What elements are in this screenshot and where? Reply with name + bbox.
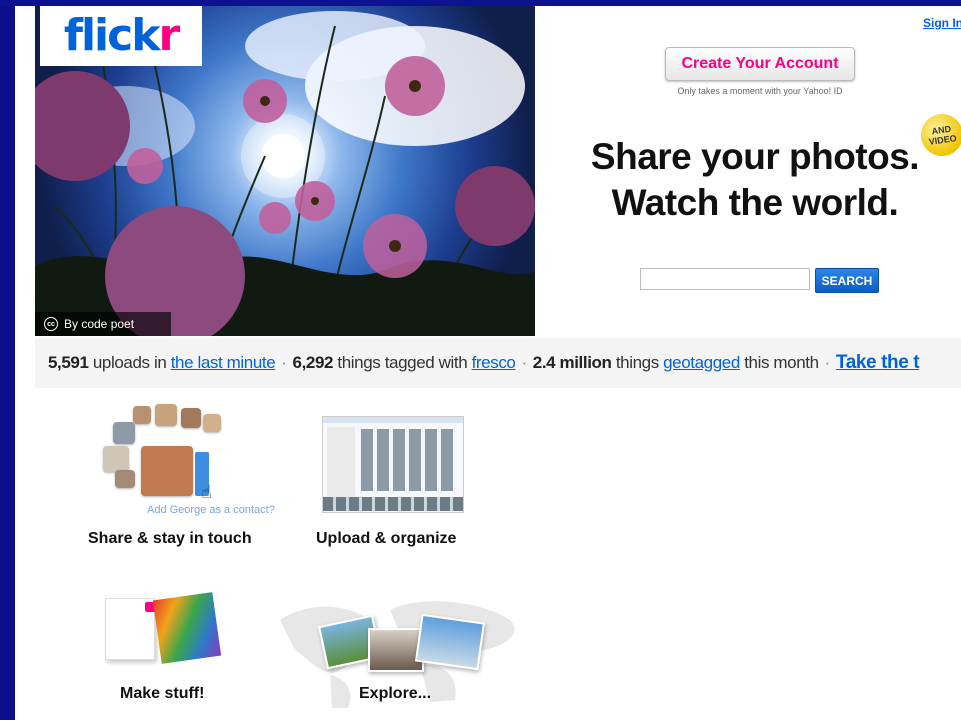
uploads-text: uploads in [92,353,167,372]
separator-dot: · [281,353,287,372]
activity-stats-bar: 5,591 uploads in the last minute · 6,292… [35,338,961,388]
create-account-button[interactable]: Create Your Account [665,47,855,81]
hand-cursor-icon: ☝ [201,482,212,502]
geo-text: things [615,353,659,372]
creative-commons-icon: cc [44,317,58,331]
photo-prints-stack [152,592,222,664]
geotagged-link[interactable]: geotagged [663,353,740,373]
make-stuff-illustration[interactable] [95,588,225,670]
fresco-tag-link[interactable]: fresco [472,353,516,373]
photo-grid [361,429,457,491]
sign-in-link[interactable]: Sign In [923,16,961,30]
create-account-subtext: Only takes a moment with your Yahoo! ID [677,86,843,96]
photo-credit-text: By code poet [64,317,135,331]
uploads-count: 5,591 [48,353,89,372]
search-input[interactable] [640,268,810,290]
explore-feature-label[interactable]: Explore... [359,685,431,703]
featured-contact-photo [141,446,193,496]
organizr-sidebar [327,427,355,497]
organizr-screenshot[interactable] [322,416,464,513]
geo-suffix: this month [744,353,819,372]
separator-dot: · [824,353,831,372]
tagged-count: 6,292 [292,353,334,372]
flickr-logo[interactable]: flickr [40,6,202,66]
tagged-text: things tagged with [337,353,468,372]
photo-strip [323,497,463,511]
contact-avatar [133,406,151,424]
contact-avatar [103,446,129,472]
contact-avatar [115,470,135,488]
photo-credit[interactable]: cc By code poet [35,312,171,336]
share-feature-label[interactable]: Share & stay in touch [88,530,252,548]
share-illustration[interactable]: ☝ Add George as a contact? [103,404,293,519]
contact-avatar [113,422,135,444]
make-stuff-label[interactable]: Make stuff! [120,685,204,703]
logo-pink-part: r [158,10,180,61]
contact-avatar [203,414,221,432]
flickr-homepage: flickr cc By code poet Sign In Create Yo… [15,6,961,720]
tagline-line1: Share your photos. [590,136,920,177]
add-contact-caption: Add George as a contact? [147,504,275,516]
contact-avatar [181,408,201,428]
last-minute-link[interactable]: the last minute [171,353,276,373]
explore-photo [414,613,486,671]
organizr-toolbar [323,417,463,423]
tagline: Share your photos. Watch the world. [575,134,935,226]
tagline-line2: Watch the world. [611,182,899,223]
separator-dot: · [521,353,528,372]
contact-avatar [155,404,177,426]
logo-blue-part: flick [63,10,161,61]
search-button[interactable]: SEARCH [815,268,879,293]
upload-feature-label[interactable]: Upload & organize [316,530,456,548]
geotagged-count: 2.4 million [532,353,612,372]
take-the-tour-link[interactable]: Take the t [836,352,920,374]
